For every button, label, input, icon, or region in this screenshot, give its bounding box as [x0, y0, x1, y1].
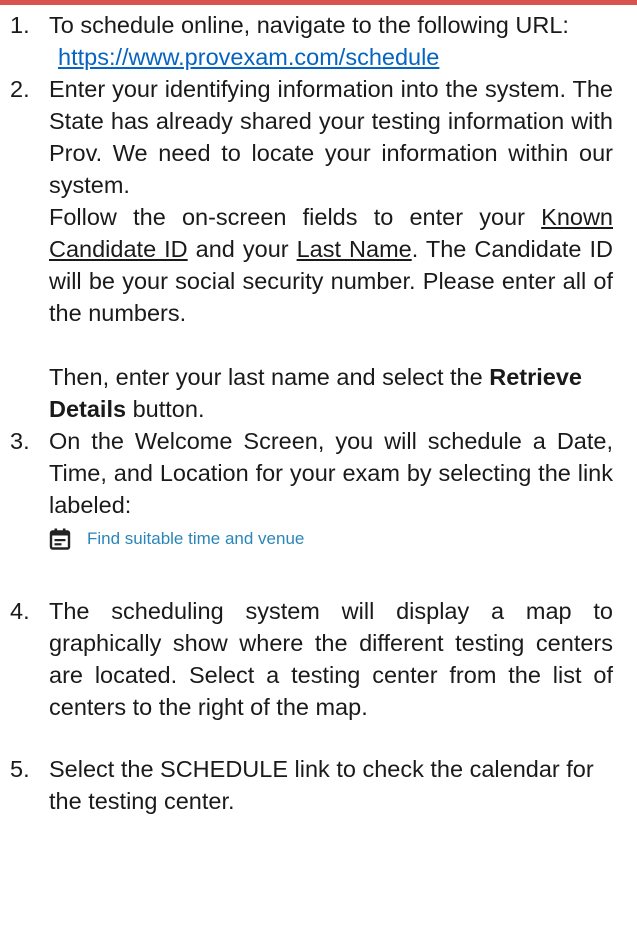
step-number: 2.: [10, 76, 30, 102]
list-item: 3. On the Welcome Screen, you will sched…: [0, 425, 637, 553]
step-text: On the Welcome Screen, you will schedule…: [49, 428, 613, 518]
list-item: 5. Select the SCHEDULE link to check the…: [0, 753, 637, 817]
step-number: 3.: [10, 428, 30, 454]
instructions-list: 1. To schedule online, navigate to the f…: [0, 9, 637, 817]
step-number: 4.: [10, 598, 30, 624]
step-text-ids: Follow the on-screen fields to enter you…: [49, 204, 613, 326]
find-time-venue-label: Find suitable time and venue: [87, 529, 305, 548]
list-item: 4. The scheduling system will display a …: [0, 595, 637, 723]
step-number: 1.: [10, 12, 30, 38]
step-text: The scheduling system will display a map…: [49, 598, 613, 720]
step-text-retrieve: Then, enter your last name and select th…: [49, 364, 582, 422]
list-item: 1. To schedule online, navigate to the f…: [0, 9, 637, 73]
list-item: 2. Enter your identifying information in…: [0, 73, 637, 425]
calendar-list-icon: [49, 528, 71, 550]
step-text: To schedule online, navigate to the foll…: [49, 12, 569, 38]
top-accent-rule: [0, 0, 637, 5]
schedule-url-link[interactable]: https://www.provexam.com/schedule: [58, 41, 439, 73]
find-time-venue-link[interactable]: Find suitable time and venue: [49, 525, 613, 553]
last-name-term: Last Name: [296, 236, 412, 262]
step-text: Select the SCHEDULE link to check the ca…: [49, 756, 594, 814]
step-text: Enter your identifying information into …: [49, 76, 613, 198]
step-number: 5.: [10, 756, 30, 782]
